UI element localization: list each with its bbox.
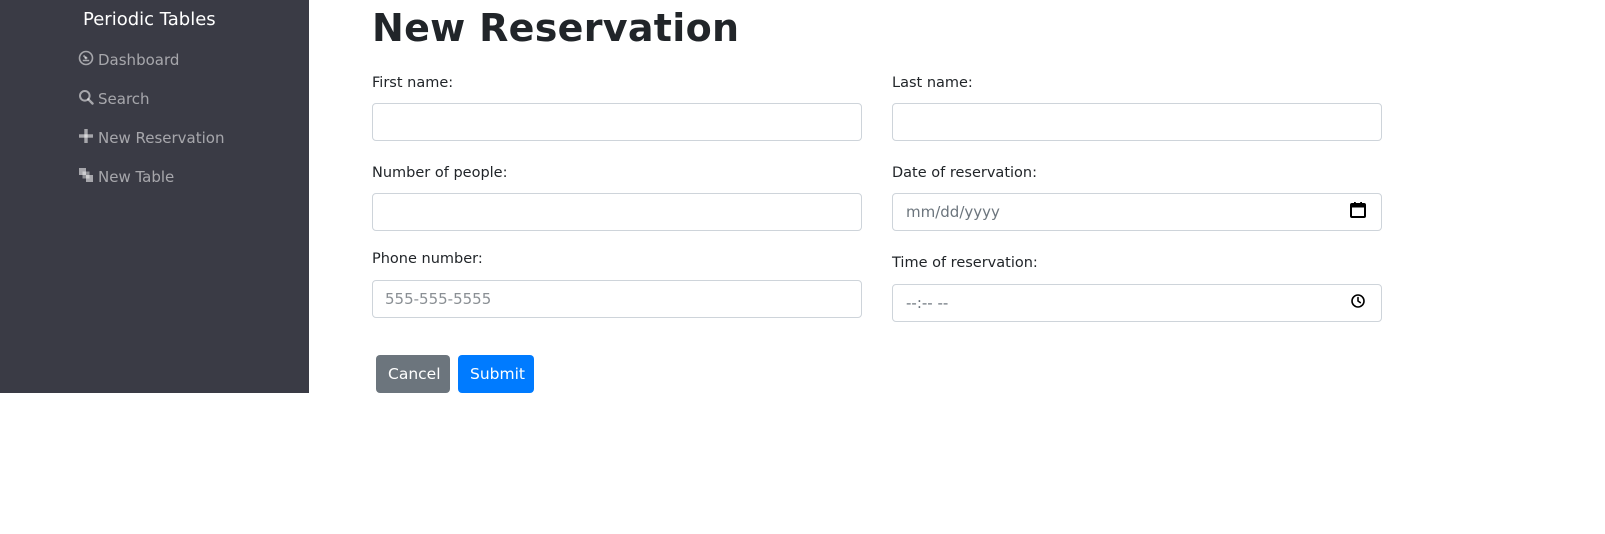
last-name-input[interactable] — [892, 103, 1382, 141]
sidebar-item-label: New Table — [98, 168, 175, 186]
cancel-button[interactable]: Cancel — [376, 355, 450, 393]
sidebar-item-new-reservation[interactable]: New Reservation — [78, 127, 224, 149]
calendar-icon[interactable] — [1349, 201, 1367, 223]
plus-icon — [78, 128, 94, 148]
people-label: Number of people: — [372, 165, 508, 181]
phone-input[interactable] — [372, 280, 862, 318]
layers-icon — [78, 167, 94, 187]
sidebar-item-label: Dashboard — [98, 51, 180, 69]
sidebar-item-label: Search — [98, 90, 150, 108]
clock-icon[interactable] — [1349, 292, 1367, 314]
sidebar: Periodic Tables Dashboard Search New Res… — [0, 0, 309, 393]
first-name-label: First name: — [372, 75, 454, 91]
sidebar-item-new-table[interactable]: New Table — [78, 166, 174, 188]
submit-button[interactable]: Submit — [458, 355, 534, 393]
dashboard-icon — [78, 50, 94, 70]
date-label: Date of reservation: — [892, 165, 1037, 181]
search-icon — [78, 89, 94, 109]
sidebar-item-label: New Reservation — [98, 129, 225, 147]
date-placeholder: mm/dd/yyyy — [906, 203, 1000, 221]
page-title: New Reservation — [372, 6, 740, 50]
sidebar-item-dashboard[interactable]: Dashboard — [78, 49, 179, 71]
first-name-input[interactable] — [372, 103, 862, 141]
time-label: Time of reservation: — [892, 255, 1038, 271]
time-input[interactable]: --:-- -- — [892, 284, 1382, 322]
phone-label: Phone number: — [372, 251, 483, 267]
brand-title[interactable]: Periodic Tables — [83, 9, 216, 30]
time-placeholder: --:-- -- — [906, 294, 949, 312]
last-name-label: Last name: — [892, 75, 973, 91]
people-input[interactable] — [372, 193, 862, 231]
sidebar-item-search[interactable]: Search — [78, 88, 150, 110]
date-input[interactable]: mm/dd/yyyy — [892, 193, 1382, 231]
